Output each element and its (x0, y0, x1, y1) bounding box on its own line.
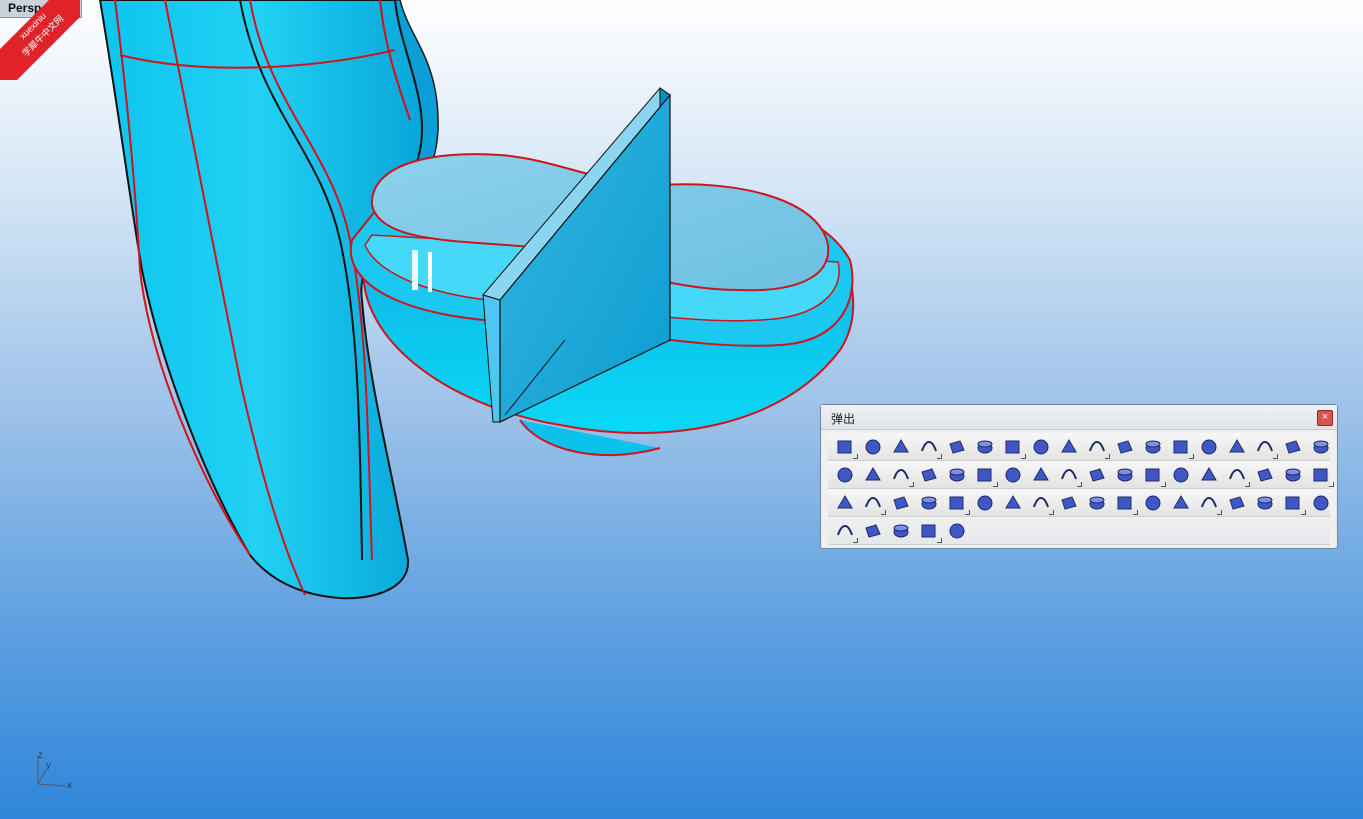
axis-label-z: z (38, 750, 43, 761)
s-curve-icon[interactable] (890, 520, 912, 542)
plane-diag-icon[interactable] (1310, 492, 1332, 514)
toolbar-row-1 (828, 433, 1330, 461)
revolve-alt-icon[interactable] (1198, 492, 1222, 515)
layers-icon[interactable] (1002, 464, 1024, 486)
surface-edge-icon[interactable] (1226, 492, 1248, 514)
toolbar-row-2 (828, 461, 1334, 489)
sphere-icon[interactable] (1170, 464, 1192, 486)
cube-icon[interactable] (834, 492, 856, 514)
curve-degree-icon[interactable] (1198, 436, 1220, 458)
control-points-icon[interactable] (862, 464, 884, 486)
boolean-intersection-icon[interactable] (1226, 464, 1250, 487)
cap-icon[interactable] (1282, 492, 1306, 515)
axis-label-y: y (46, 760, 51, 771)
edit-points-icon[interactable] (890, 464, 914, 487)
funnel-icon[interactable] (1254, 492, 1276, 514)
point-grid-icon[interactable] (1058, 492, 1080, 514)
mirror-icon[interactable] (834, 464, 856, 486)
close-button[interactable]: × (1317, 410, 1333, 426)
polyline-alt-icon[interactable] (974, 492, 996, 514)
watermark-logo: xuexiniu 学犀牛中文网 (0, 0, 80, 80)
point-cloud-icon[interactable] (1254, 436, 1278, 459)
person-icon[interactable] (946, 492, 970, 515)
color-wheel-icon[interactable] (1002, 436, 1026, 459)
curve-blend-icon[interactable] (890, 492, 912, 514)
lock-icon[interactable] (862, 436, 884, 458)
cylinder-outline-icon[interactable] (1030, 464, 1052, 486)
popup-titlebar[interactable]: 弹出 × (821, 405, 1337, 430)
plane-flat-icon[interactable] (862, 520, 884, 542)
arch-surface-icon[interactable] (1282, 436, 1304, 458)
dimension-icon[interactable] (1282, 464, 1304, 486)
circle-outline-icon[interactable] (1114, 464, 1136, 486)
offset-curve-icon[interactable] (918, 492, 940, 514)
revolve-icon[interactable] (1086, 436, 1110, 459)
popup-title: 弹出 (831, 412, 856, 426)
circle-point-icon[interactable] (974, 464, 998, 487)
plane-skew-icon[interactable] (834, 520, 858, 543)
wireframe-sphere-icon[interactable] (946, 436, 968, 458)
revolve-half-icon[interactable] (1170, 492, 1192, 514)
save-icon[interactable] (890, 436, 912, 458)
boolean-union-icon[interactable] (1198, 464, 1220, 486)
extrude-icon[interactable] (1030, 492, 1054, 515)
polyline-icon[interactable] (946, 464, 968, 486)
popup-toolbar-panel[interactable]: 弹出 × (820, 404, 1338, 549)
plane-icon[interactable] (1058, 464, 1082, 487)
shaded-sphere-icon[interactable] (974, 436, 996, 458)
perspective-viewport[interactable]: Perspective xuexiniu 学犀牛中文网 z y x 弹出 × (0, 0, 1363, 819)
world-axis-icon: z y x (30, 748, 80, 798)
cylinder-split-icon[interactable] (1114, 492, 1138, 515)
fillet-icon[interactable] (862, 492, 886, 515)
blend-surface-icon[interactable] (1114, 436, 1136, 458)
cylinder-solid-icon[interactable] (1142, 492, 1164, 514)
axis-label-x: x (67, 780, 72, 791)
explode-icon[interactable] (1058, 436, 1080, 458)
fan-surface-icon[interactable] (1170, 436, 1194, 459)
twist-surface-icon[interactable] (918, 520, 942, 543)
toolbar-row-3 (828, 489, 1330, 517)
boolean-difference-icon[interactable] (1254, 464, 1276, 486)
cylinder-wire-icon[interactable] (1310, 464, 1334, 487)
gears-icon[interactable] (1030, 436, 1052, 458)
arch-curve-icon[interactable] (1226, 436, 1248, 458)
patch-icon[interactable] (1142, 436, 1164, 458)
sweep-icon[interactable] (1310, 436, 1332, 458)
door-icon[interactable] (946, 520, 968, 542)
surface-frame-icon[interactable] (918, 464, 940, 486)
rail-sweep-icon[interactable] (1086, 492, 1108, 514)
box-icon[interactable] (1142, 464, 1166, 487)
vertical-points-icon[interactable] (1002, 492, 1024, 514)
plane-alt-icon[interactable] (1086, 464, 1108, 486)
lightbulb-icon[interactable] (834, 436, 858, 459)
toolbar-row-4 (828, 517, 1330, 545)
zoom-extents-icon[interactable] (918, 436, 942, 459)
